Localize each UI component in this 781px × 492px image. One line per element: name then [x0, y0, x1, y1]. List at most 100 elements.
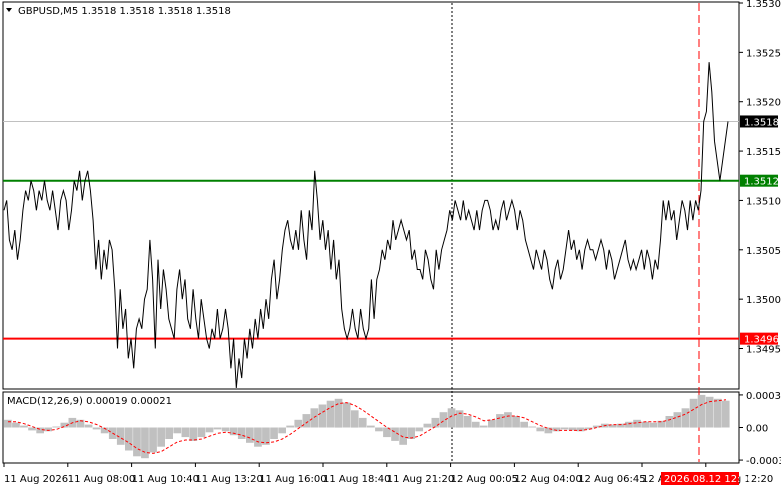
macd-tick-label: 0.00034 [746, 391, 781, 402]
green-level-tag: 1.3512 [740, 174, 779, 188]
macd-bar [350, 410, 359, 428]
time-tick-label: 12 Aug 00:05 [451, 474, 518, 485]
macd-bar [528, 426, 536, 428]
time-tick-label: 11 Aug 18:40 [323, 474, 390, 485]
time-tick-label: 11 Aug 08:00 [68, 474, 135, 485]
macd-bar [625, 421, 633, 428]
macd-bar [318, 404, 327, 428]
macd-bar [213, 427, 222, 430]
trading-chart[interactable]: 1.3530 1.3525 1.3520 1.3515 1.3510 1.3505 1.35… [0, 0, 781, 489]
macd-bar [689, 398, 698, 428]
macd-bar [254, 427, 262, 447]
macd-bar [423, 423, 432, 428]
macd-bar [125, 427, 133, 451]
macd-bar [415, 427, 424, 432]
macd-bar [246, 427, 254, 443]
macd-bar [181, 427, 190, 438]
macd-bar [681, 408, 690, 428]
macd-bar [92, 427, 101, 430]
macd-bar [12, 422, 20, 428]
macd-bar [278, 427, 286, 434]
red-level-tag-label: 1.3496 [744, 335, 779, 346]
macd-bar [294, 419, 303, 428]
time-axis[interactable]: 11 Aug 2026 11 Aug 08:0011 Aug 10:4011 Au… [3, 463, 773, 485]
macd-bar [512, 416, 520, 428]
macd-bar [431, 417, 440, 428]
macd-bar [520, 421, 528, 428]
time-tick-label: 11 Aug 21:20 [387, 474, 454, 485]
macd-bar [237, 427, 246, 439]
macd-bar [141, 427, 149, 459]
time-highlight-label: 2026.08.12 12:00 [664, 474, 753, 485]
macd-bar [157, 427, 165, 447]
macd-bar [197, 427, 206, 438]
macd-bar [84, 424, 93, 428]
current-price-tag: 1.3518 [740, 115, 779, 128]
symbol-header: GBPUSD,M5 1.3518 1.3518 1.3518 1.3518 [18, 6, 231, 17]
macd-bar [641, 421, 649, 428]
macd-bar [479, 425, 488, 428]
macd-bar [270, 427, 278, 439]
macd-bar [697, 394, 706, 428]
macd-bar [286, 425, 294, 428]
macd-bar [536, 427, 545, 432]
macd-bar [488, 419, 496, 428]
price-tick-label: 1.3515 [746, 147, 781, 158]
time-tick-label: 11 Aug 10:40 [132, 474, 199, 485]
macd-bar [721, 400, 730, 428]
macd-bar [149, 427, 157, 453]
macd-bar [544, 427, 553, 434]
macd-bar [375, 427, 383, 432]
red-level-tag: 1.3496 [740, 332, 779, 346]
macd-bar [4, 419, 12, 428]
time-tick-label: 11 Aug 13:20 [195, 474, 262, 485]
time-tick-label: 12 Aug 06:45 [578, 474, 645, 485]
macd-bar [665, 416, 674, 428]
price-panel-frame [2, 1, 740, 390]
price-tick-label: 1.3510 [746, 196, 781, 207]
macd-tick-label: -0.00034 [746, 456, 781, 467]
macd-bar [302, 414, 311, 428]
macd-bar [673, 412, 682, 428]
macd-bar [649, 422, 657, 428]
macd-bar [20, 425, 28, 428]
macd-bar [133, 427, 141, 457]
macd-bar [165, 427, 173, 439]
chart-canvas[interactable]: 1.3530 1.3525 1.3520 1.3515 1.3510 1.3505 1.35… [0, 0, 781, 489]
macd-bar [189, 427, 198, 441]
macd-bar [205, 427, 214, 433]
macd-bar [463, 416, 472, 428]
macd-tick-label: 0.00 [746, 424, 768, 435]
time-tick-label: 11 Aug 2026 [4, 474, 68, 485]
price-tick-label: 1.3505 [746, 246, 781, 257]
collapse-triangle-icon[interactable] [6, 8, 12, 12]
macd-bar [310, 408, 319, 428]
time-tick-label: 11 Aug 16:00 [259, 474, 326, 485]
macd-bar [326, 400, 335, 428]
macd-bar [496, 414, 504, 428]
macd-bar [229, 427, 238, 436]
time-highlight-tag: 2026.08.12 12:00 [661, 472, 753, 485]
current-price-tag-label: 1.3518 [744, 117, 779, 128]
macd-bar [504, 412, 512, 428]
macd-bar [173, 427, 182, 434]
macd-axis[interactable]: 0.00034 0.00 -0.00034 [739, 391, 781, 467]
macd-bar [633, 419, 641, 428]
macd-bar [407, 427, 415, 439]
macd-bar [713, 398, 722, 428]
macd-bar [342, 402, 351, 428]
price-tick-label: 1.3500 [746, 295, 781, 306]
macd-bar [447, 408, 456, 428]
price-tick-label: 1.3520 [746, 98, 781, 109]
macd-bar [471, 421, 480, 428]
time-tick-label: 12 Aug 04:00 [514, 474, 581, 485]
price-tick-label: 1.3530 [746, 0, 781, 10]
macd-bar [367, 425, 375, 428]
macd-indicator-label: MACD(12,26,9) 0.00019 0.00021 [7, 396, 172, 407]
macd-bar [399, 427, 407, 445]
macd-bar [52, 426, 61, 428]
macd-bar [560, 427, 569, 430]
price-tick-label: 1.3525 [746, 48, 781, 59]
green-level-tag-label: 1.3512 [744, 177, 779, 188]
price-tick-label: 1.3495 [746, 345, 781, 356]
